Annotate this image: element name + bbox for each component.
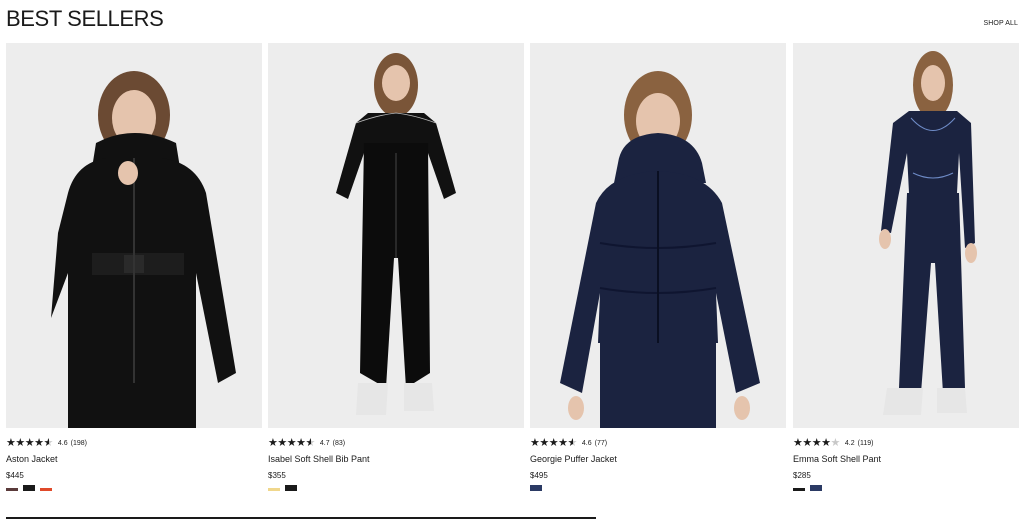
product-card[interactable]: ★ ★ ★ ★ ★ 4.6 (77) Georgie Puffer Jacket… (530, 43, 786, 498)
star-half-icon: ★ (43, 436, 54, 449)
rating-score: 4.6 (57, 439, 68, 447)
color-swatch[interactable] (810, 485, 822, 491)
color-swatches (6, 485, 57, 491)
color-swatch[interactable] (23, 485, 35, 491)
rating-score: 4.2 (844, 439, 855, 447)
color-swatch[interactable] (40, 488, 52, 491)
product-name[interactable]: Georgie Puffer Jacket (530, 454, 617, 464)
product-rating: ★ ★ ★ ★ ★ 4.7 (83) (268, 437, 345, 449)
product-carousel: ★ ★ ★ ★ ★ 4.6 (198) Aston Jacket $445 ★ … (6, 43, 1019, 498)
color-swatch[interactable] (6, 488, 18, 491)
color-swatches (793, 485, 827, 491)
product-rating: ★ ★ ★ ★ ★ 4.6 (198) (6, 437, 87, 449)
rating-score: 4.6 (581, 439, 592, 447)
carousel-scrollbar[interactable] (6, 517, 596, 519)
product-price: $445 (6, 471, 24, 480)
model-photo (268, 43, 524, 428)
review-count[interactable]: (83) (333, 440, 345, 447)
product-card[interactable]: ★ ★ ★ ★ ★ 4.7 (83) Isabel Soft Shell Bib… (268, 43, 524, 498)
rating-score: 4.7 (319, 439, 330, 447)
review-count[interactable]: (77) (595, 440, 607, 447)
color-swatch[interactable] (530, 485, 542, 491)
product-image[interactable] (793, 43, 1019, 428)
model-photo (6, 43, 262, 428)
product-image[interactable] (530, 43, 786, 428)
model-photo (530, 43, 786, 428)
product-name[interactable]: Aston Jacket (6, 454, 58, 464)
rating-stars: ★ ★ ★ ★ ★ (793, 436, 841, 449)
product-card[interactable]: ★ ★ ★ ★ ★ 4.6 (198) Aston Jacket $445 (6, 43, 262, 498)
star-empty-icon: ★ (830, 436, 841, 449)
product-name[interactable]: Emma Soft Shell Pant (793, 454, 881, 464)
review-count[interactable]: (119) (858, 440, 874, 447)
rating-stars: ★ ★ ★ ★ ★ (268, 436, 316, 449)
color-swatches (530, 485, 547, 491)
product-price: $285 (793, 471, 811, 480)
review-count[interactable]: (198) (71, 440, 87, 447)
color-swatches (268, 485, 302, 491)
product-rating: ★ ★ ★ ★ ★ 4.6 (77) (530, 437, 607, 449)
star-half-icon: ★ (567, 436, 578, 449)
model-photo (793, 43, 1019, 428)
color-swatch[interactable] (793, 488, 805, 491)
color-swatch[interactable] (268, 488, 280, 491)
product-rating: ★ ★ ★ ★ ★ 4.2 (119) (793, 437, 873, 449)
section-header: BEST SELLERS SHOP ALL (6, 6, 1018, 36)
section-title: BEST SELLERS (6, 6, 164, 31)
shop-all-link[interactable]: SHOP ALL (983, 20, 1018, 27)
product-price: $355 (268, 471, 286, 480)
color-swatch[interactable] (285, 485, 297, 491)
rating-stars: ★ ★ ★ ★ ★ (6, 436, 54, 449)
product-card[interactable]: ★ ★ ★ ★ ★ 4.2 (119) Emma Soft Shell Pant… (793, 43, 1019, 498)
product-price: $495 (530, 471, 548, 480)
star-half-icon: ★ (305, 436, 316, 449)
product-image[interactable] (268, 43, 524, 428)
product-name[interactable]: Isabel Soft Shell Bib Pant (268, 454, 370, 464)
rating-stars: ★ ★ ★ ★ ★ (530, 436, 578, 449)
product-image[interactable] (6, 43, 262, 428)
